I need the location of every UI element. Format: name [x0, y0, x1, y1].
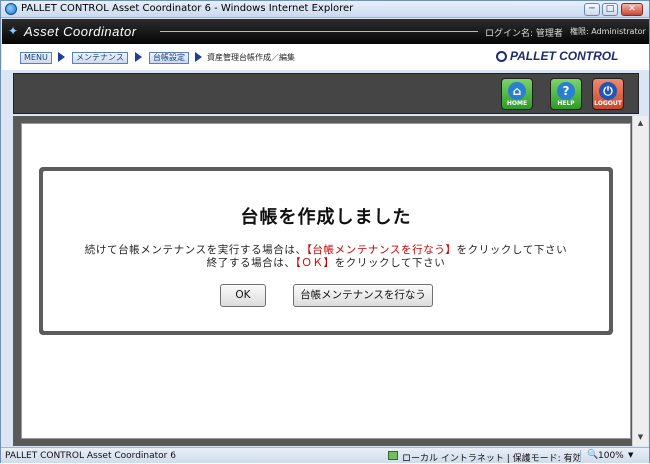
- user-role: 権限: Administrator: [570, 27, 646, 36]
- header-divider: [160, 31, 478, 32]
- ledger-maintenance-button[interactable]: 台帳メンテナンスを行なう: [293, 284, 433, 307]
- help-label: HELP: [557, 100, 575, 107]
- breadcrumb-arrow-icon: [58, 52, 65, 62]
- home-label: HOME: [506, 100, 528, 107]
- breadcrumb-current: 資産管理台帳作成／編集: [207, 53, 295, 62]
- close-button[interactable]: ✕: [621, 3, 643, 16]
- home-button[interactable]: ⌂ HOME: [501, 78, 533, 110]
- message-line2-highlight: 【ＯＫ】: [295, 257, 335, 269]
- completion-dialog: 台帳を作成しました 続けて台帳メンテナンスを実行する場合は、【台帳メンテナンスを…: [39, 167, 613, 335]
- breadcrumb-arrow-icon: [135, 52, 142, 62]
- breadcrumb-menu[interactable]: MENU: [20, 52, 52, 64]
- breadcrumb: MENU メンテナンス 台帳設定 資産管理台帳作成／編集 PALLET CONT…: [2, 44, 649, 70]
- breadcrumb-ledger-settings[interactable]: 台帳設定: [149, 52, 189, 64]
- dialog-title: 台帳を作成しました: [240, 207, 412, 228]
- toolbar: ⌂ HOME ? HELP ⏻ LOGOUT: [13, 73, 639, 114]
- ok-button[interactable]: OK: [220, 284, 266, 307]
- maximize-button[interactable]: □: [602, 3, 618, 16]
- ie-icon: [5, 3, 17, 15]
- minimize-button[interactable]: ─: [584, 3, 600, 16]
- status-bar: PALLET CONTROL Asset Coordinator 6 ローカル …: [1, 447, 649, 464]
- help-icon: ?: [557, 82, 575, 100]
- dialog-message-line2: 終了する場合は、【ＯＫ】をクリックして下さい: [43, 255, 609, 270]
- pallet-control-logo-icon: [496, 51, 507, 62]
- title-bar: PALLET CONTROL Asset Coordinator 6 - Win…: [1, 1, 649, 18]
- logout-label: LOGOUT: [594, 100, 622, 107]
- breadcrumb-arrow-icon: [195, 52, 202, 62]
- breadcrumb-maintenance[interactable]: メンテナンス: [72, 52, 128, 64]
- zoom-level[interactable]: 100%: [598, 451, 624, 461]
- app-name: Asset Coordinator: [24, 24, 137, 39]
- browser-window: PALLET CONTROL Asset Coordinator 6 - Win…: [0, 0, 650, 464]
- status-text: PALLET CONTROL Asset Coordinator 6: [5, 451, 176, 461]
- login-name: ログイン名: 管理者: [485, 29, 563, 39]
- app-header: ✦ Asset Coordinator ログイン名: 管理者 権限: Admin…: [2, 19, 649, 44]
- zoom-dropdown-icon[interactable]: ▼: [628, 451, 633, 459]
- window-title: PALLET CONTROL Asset Coordinator 6 - Win…: [21, 3, 354, 14]
- scroll-up-icon[interactable]: ▲: [635, 118, 646, 129]
- zoom-icon: 🔍: [587, 450, 599, 460]
- dialog-body: 台帳を作成しました 続けて台帳メンテナンスを実行する場合は、【台帳メンテナンスを…: [43, 171, 609, 331]
- intranet-zone-icon: [388, 451, 398, 460]
- help-button[interactable]: ? HELP: [550, 78, 582, 110]
- message-line2-text: 終了する場合は、: [206, 257, 296, 269]
- message-line2-suffix: をクリックして下さい: [334, 257, 446, 269]
- scroll-down-icon[interactable]: ▼: [635, 432, 646, 443]
- status-divider: [580, 450, 581, 462]
- logout-button[interactable]: ⏻ LOGOUT: [592, 78, 624, 110]
- pallet-control-logo: PALLET CONTROL: [510, 49, 619, 63]
- home-icon: ⌂: [508, 82, 526, 100]
- vertical-scrollbar[interactable]: ▲ ▼: [632, 116, 648, 446]
- logout-icon: ⏻: [599, 82, 617, 100]
- app-logo-icon: ✦: [8, 24, 19, 38]
- security-zone: ローカル イントラネット | 保護モード: 有効: [402, 454, 582, 464]
